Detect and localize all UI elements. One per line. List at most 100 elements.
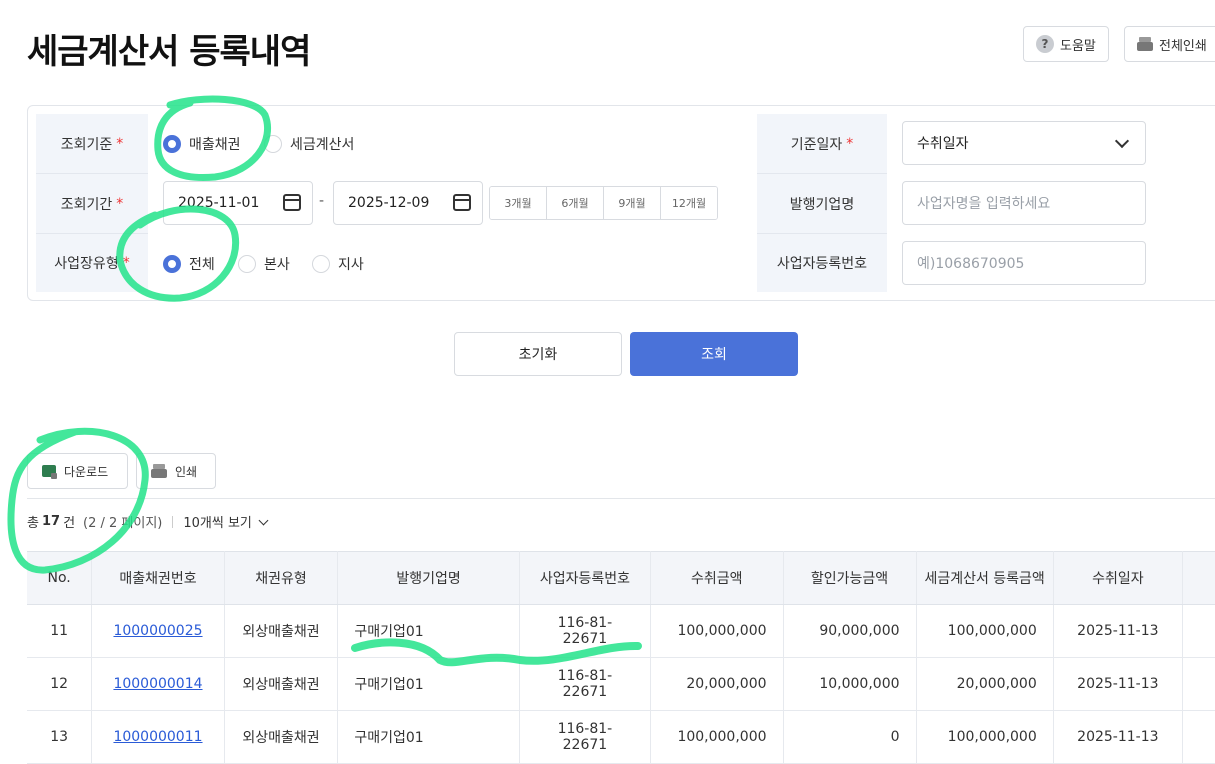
period-9m-button[interactable]: 9개월 [604, 187, 661, 219]
col-header[interactable]: 사업자등록번호 [519, 551, 652, 605]
cell-discountable: 90,000,000 [783, 604, 917, 658]
col-header[interactable]: 매출채권번호 [91, 551, 225, 605]
download-label: 다운로드 [64, 464, 109, 479]
summary-prefix: 총 [27, 516, 39, 531]
printer-icon [151, 464, 167, 478]
table-header-row: No. 매출채권번호 채권유형 발행기업명 사업자등록번호 수취금액 할인가능금… [27, 551, 1215, 605]
period-6m-button[interactable]: 6개월 [547, 187, 604, 219]
period-3m-button[interactable]: 3개월 [490, 187, 547, 219]
radio-off-icon [238, 255, 256, 273]
cell-receivable-no[interactable]: 1000000025 [91, 604, 225, 658]
table-row[interactable]: 12 1000000014 외상매출채권 구매기업01 116-81-22671… [27, 657, 1215, 711]
cell-receivable-no[interactable]: 1000000014 [91, 657, 225, 711]
chevron-down-icon[interactable] [258, 515, 269, 525]
period-12m-button[interactable]: 12개월 [661, 187, 717, 219]
receivable-link[interactable]: 1000000014 [113, 676, 202, 692]
period-label-text: 조회기간 [60, 196, 113, 213]
cell-biz-no: 116-81-22671 [519, 657, 652, 711]
radio-label: 지사 [338, 257, 364, 273]
end-date-input[interactable]: 2025-12-09 [333, 181, 483, 225]
cell-no: 13 [27, 710, 93, 764]
site-type-label: 사업장유형 * [36, 234, 148, 292]
cell-type: 외상매출채권 [224, 710, 339, 764]
required-mark: * [116, 135, 124, 152]
col-header-extra [1182, 551, 1215, 605]
criteria-label: 조회기준 * [36, 114, 148, 174]
radio-site-all[interactable]: 전체 [163, 254, 215, 274]
printer-icon [1137, 37, 1153, 51]
period-label: 조회기간 * [36, 174, 148, 234]
cell-extra [1182, 657, 1215, 711]
summary-suffix: 건 [63, 516, 76, 531]
base-date-value: 수취일자 [917, 136, 969, 152]
issuer-label: 발행기업명 [757, 174, 887, 234]
issuer-input[interactable]: 사업자명을 입력하세요 [902, 181, 1146, 225]
search-button[interactable]: 조회 [630, 332, 798, 376]
col-header[interactable]: 할인가능금액 [783, 551, 917, 605]
date-separator: - [319, 193, 325, 209]
radio-label: 전체 [189, 257, 215, 273]
col-header[interactable]: 수취금액 [650, 551, 784, 605]
radio-criteria-tax-invoice[interactable]: 세금계산서 [264, 134, 354, 154]
print-all-button-label: 전체인쇄 [1159, 38, 1207, 54]
cell-biz-no: 116-81-22671 [519, 604, 652, 658]
radio-site-hq[interactable]: 본사 [238, 254, 290, 274]
cell-discountable: 10,000,000 [783, 657, 917, 711]
radio-criteria-receivable[interactable]: 매출채권 [163, 134, 241, 154]
base-date-label-text: 기준일자 [790, 136, 843, 153]
required-mark: * [116, 195, 124, 212]
cell-date: 2025-11-13 [1053, 710, 1183, 764]
cell-receivable-no[interactable]: 1000000011 [91, 710, 225, 764]
calendar-icon[interactable] [453, 194, 471, 211]
print-all-button[interactable]: 전체인쇄 [1124, 26, 1215, 62]
chevron-down-icon [1114, 133, 1130, 149]
col-header[interactable]: 채권유형 [224, 551, 339, 605]
cell-type: 외상매출채권 [224, 657, 339, 711]
issuer-label-text: 발행기업명 [789, 196, 855, 213]
table-row[interactable]: 11 1000000025 외상매출채권 구매기업01 116-81-22671… [27, 604, 1215, 658]
cell-amount: 100,000,000 [650, 710, 784, 764]
cell-no: 11 [27, 604, 93, 658]
excel-download-icon [42, 465, 57, 479]
required-mark: * [846, 135, 854, 152]
biz-no-input[interactable]: 예)1068670905 [902, 241, 1146, 285]
col-header[interactable]: 수취일자 [1053, 551, 1183, 605]
print-button[interactable]: 인쇄 [136, 453, 216, 489]
receivable-link[interactable]: 1000000025 [113, 623, 202, 639]
help-icon: ? [1036, 35, 1054, 53]
cell-discountable: 0 [783, 710, 917, 764]
page-size-select[interactable]: 10개씩 보기 [183, 512, 252, 531]
start-date-input[interactable]: 2025-11-01 [163, 181, 313, 225]
cell-issuer: 구매기업01 [337, 604, 520, 658]
radio-site-branch[interactable]: 지사 [312, 254, 364, 274]
cell-registered: 100,000,000 [916, 604, 1054, 658]
col-header[interactable]: 발행기업명 [337, 551, 520, 605]
radio-off-icon [264, 135, 282, 153]
page-title: 세금계산서 등록내역 [27, 32, 311, 72]
radio-on-icon [163, 135, 181, 153]
help-button-label: 도움말 [1060, 38, 1096, 54]
reset-button[interactable]: 초기화 [454, 332, 622, 376]
download-button[interactable]: 다운로드 [27, 453, 128, 489]
cell-issuer: 구매기업01 [337, 657, 520, 711]
required-mark: * [122, 255, 130, 271]
help-button[interactable]: ? 도움말 [1023, 26, 1109, 62]
summary-divider [172, 515, 174, 528]
quick-period-group: 3개월 6개월 9개월 12개월 [489, 186, 718, 220]
col-header[interactable]: 세금계산서 등록금액 [916, 551, 1054, 605]
cell-biz-no: 116-81-22671 [519, 710, 652, 764]
radio-label: 본사 [264, 257, 290, 273]
issuer-placeholder: 사업자명을 입력하세요 [917, 196, 1051, 212]
table-row[interactable]: 13 1000000011 외상매출채권 구매기업01 116-81-22671… [27, 710, 1215, 764]
calendar-icon[interactable] [283, 194, 301, 211]
print-label: 인쇄 [175, 464, 198, 479]
base-date-select[interactable]: 수취일자 [902, 121, 1146, 165]
radio-label: 매출채권 [189, 137, 241, 153]
cell-date: 2025-11-13 [1053, 657, 1183, 711]
receivable-link[interactable]: 1000000011 [113, 729, 202, 745]
base-date-label: 기준일자 * [757, 114, 887, 174]
col-header[interactable]: No. [27, 551, 93, 605]
cell-registered: 100,000,000 [916, 710, 1054, 764]
start-date-value: 2025-11-01 [178, 195, 260, 211]
biz-no-label-text: 사업자등록번호 [776, 256, 868, 272]
